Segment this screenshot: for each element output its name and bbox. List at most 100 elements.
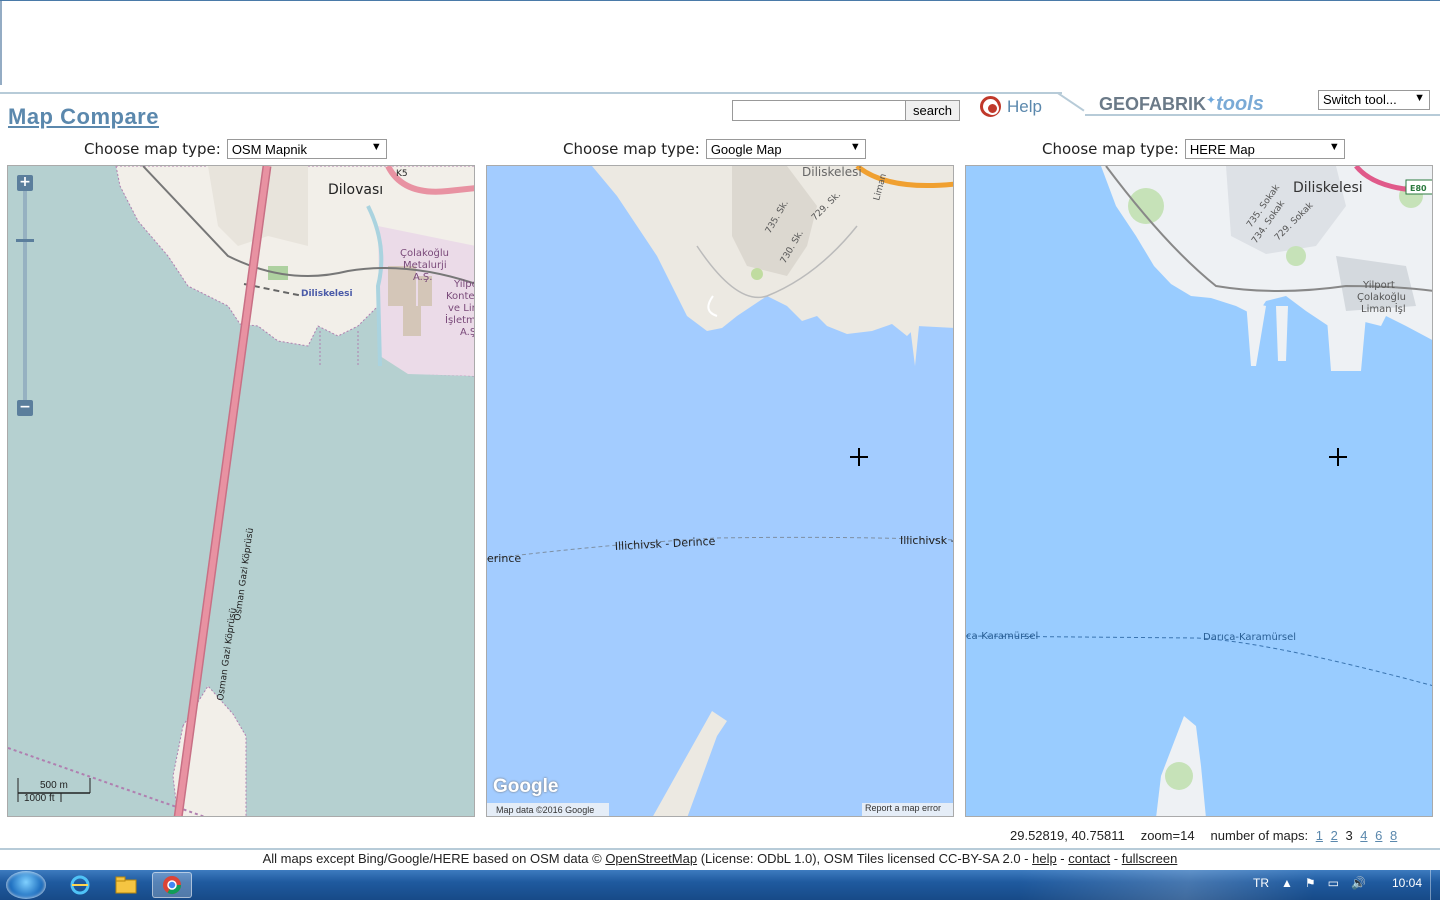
here-map-canvas: Diliskelesi 735. Sokak 734. Sokak 729. S… — [966, 166, 1432, 816]
osm-label-4: Yilpo — [453, 279, 475, 290]
osm-label-diliskelesi: Diliskelesi — [301, 289, 353, 299]
chrome-icon[interactable] — [152, 872, 192, 898]
osm-label-k5: K5 — [396, 169, 408, 179]
clock[interactable]: 10:04 — [1392, 876, 1422, 890]
here-label-colakoglu: Çolakoğlu — [1357, 291, 1406, 303]
windows-taskbar: TR ▲ ⚑ ▭ 🔊 10:04 — [0, 870, 1440, 900]
openstreetmap-link[interactable]: OpenStreetMap — [605, 851, 697, 866]
num-maps-1[interactable]: 1 — [1316, 828, 1323, 843]
select-value: HERE Map — [1189, 142, 1255, 157]
attribution-sep-1: - — [1056, 851, 1069, 866]
flag-icon[interactable]: ⚑ — [1305, 876, 1316, 890]
osm-label-3: A.Ş. — [413, 272, 432, 283]
zoom-out-button[interactable]: − — [17, 400, 33, 416]
crosshair-icon — [1329, 448, 1347, 466]
browser-top-area — [0, 0, 1440, 90]
map-type-select-2[interactable]: Google Map ▼ — [705, 139, 866, 159]
brand-main: GEOFABRIK — [1099, 94, 1207, 114]
zoom-in-button[interactable]: + — [17, 175, 33, 191]
star-icon: ✦ — [1206, 93, 1217, 107]
brand-tools: tools — [1216, 93, 1264, 115]
internet-explorer-icon[interactable] — [60, 872, 100, 898]
google-label-ferry-3: erince — [487, 552, 521, 565]
chooser-label: Choose map type: — [563, 140, 700, 158]
num-maps-current: 3 — [1345, 828, 1353, 843]
map-osm[interactable]: Dilovası Diliskelesi Çolakoğlu Metalurji… — [7, 165, 475, 817]
coordinates: 29.52819, 40.75811 — [1010, 828, 1125, 843]
map-type-select-1[interactable]: OSM Mapnik ▼ — [226, 139, 387, 159]
scale-meters: 500 m — [40, 780, 68, 791]
report-map-error-link[interactable]: Report a map error — [865, 803, 941, 813]
map-type-select-3[interactable]: HERE Map ▼ — [1184, 139, 1345, 159]
osm-label-8: A.Ş — [460, 327, 475, 338]
attribution: All maps except Bing/Google/HERE based o… — [0, 851, 1440, 866]
zoom-level: zoom=14 — [1140, 828, 1195, 843]
page-title-link[interactable]: Map Compare — [8, 104, 159, 130]
num-maps-4[interactable]: 4 — [1360, 828, 1367, 843]
google-label-ferry-2: Illichivsk - — [900, 534, 954, 547]
map-type-chooser-3: Choose map type: HERE Map ▼ — [1042, 138, 1345, 160]
help-label: Help — [1007, 96, 1042, 116]
select-value: Google Map — [710, 142, 782, 157]
map-status: 29.52819, 40.75811 zoom=14 number of map… — [1010, 828, 1397, 843]
osm-label-dilovasi: Dilovası — [328, 182, 383, 198]
osm-label-5: Kontey — [446, 291, 475, 302]
here-label-yilport: Yilport — [1362, 280, 1395, 291]
language-indicator[interactable]: TR — [1253, 876, 1269, 890]
scale-feet: 1000 ft — [24, 793, 55, 804]
header-line — [0, 92, 1062, 94]
volume-icon[interactable]: 🔊 — [1351, 876, 1366, 890]
num-maps-6[interactable]: 6 — [1375, 828, 1382, 843]
dropdown-arrow-icon: ▼ — [849, 141, 861, 153]
here-label-liman: Liman İşl — [1361, 302, 1406, 315]
num-maps-2[interactable]: 2 — [1331, 828, 1338, 843]
here-label-ferry-2: Darıca-Karamürsel — [1203, 632, 1296, 643]
loading-indicator — [0, 1, 2, 85]
number-of-maps: number of maps: 1 2 3 4 6 8 — [1211, 828, 1398, 843]
num-maps-8[interactable]: 8 — [1390, 828, 1397, 843]
osm-label-6: ve Lin — [448, 303, 475, 314]
map-here[interactable]: Diliskelesi 735. Sokak 734. Sokak 729. S… — [965, 165, 1433, 817]
osm-label-1: Çolakoğlu — [400, 247, 449, 259]
attribution-text-2: (License: ODbL 1.0), OSM Tiles licensed … — [697, 851, 1033, 866]
dropdown-arrow-icon: ▼ — [370, 141, 382, 153]
system-tray: TR ▲ ⚑ ▭ 🔊 10:04 — [1253, 876, 1422, 890]
select-value: OSM Mapnik — [231, 142, 307, 157]
network-icon[interactable]: ▭ — [1328, 876, 1339, 890]
attribution-sep-2: - — [1110, 851, 1122, 866]
here-label-ferry-1: ca-Karamürsel — [966, 631, 1038, 642]
zoom-control: + − — [16, 175, 34, 416]
google-label-diliskelesi: Diliskelesi — [802, 166, 862, 179]
here-label-diliskelesi: Diliskelesi — [1293, 180, 1363, 196]
fullscreen-link[interactable]: fullscreen — [1122, 851, 1178, 866]
help-link[interactable]: Help — [980, 96, 1042, 117]
start-button[interactable] — [6, 871, 46, 899]
zoom-slider-handle[interactable] — [16, 239, 34, 242]
osm-map-canvas: Dilovası Diliskelesi Çolakoğlu Metalurji… — [8, 166, 475, 816]
google-map-data: Map data ©2016 Google — [496, 805, 595, 815]
help-footer-link[interactable]: help — [1032, 851, 1057, 866]
map-type-chooser-1: Choose map type: OSM Mapnik ▼ — [84, 138, 387, 160]
osm-label-7: İşletm — [445, 313, 475, 326]
num-maps-label: number of maps: — [1210, 828, 1309, 843]
footer-line — [0, 848, 1440, 850]
header-diagonal — [1056, 92, 1085, 112]
switch-tool-select[interactable]: Switch tool... ▼ — [1318, 90, 1430, 110]
zoom-track — [23, 185, 27, 409]
osm-label-2: Metalurji — [403, 260, 447, 271]
show-desktop-button[interactable] — [1430, 870, 1440, 900]
lifebuoy-icon — [980, 96, 1001, 117]
tray-expand-icon[interactable]: ▲ — [1281, 876, 1293, 890]
crosshair-icon — [850, 448, 868, 466]
contact-link[interactable]: contact — [1068, 851, 1110, 866]
switch-tool-value: Switch tool... — [1323, 92, 1397, 107]
chooser-label: Choose map type: — [84, 140, 221, 158]
google-map-canvas: Diliskelesi 735. Sk. 729. Sk. 730. Sk. L… — [487, 166, 954, 816]
geofabrik-logo[interactable]: GEOFABRIK✦tools — [1099, 93, 1264, 116]
search-input[interactable] — [732, 100, 906, 121]
map-google[interactable]: Diliskelesi 735. Sk. 729. Sk. 730. Sk. L… — [486, 165, 954, 817]
search-button[interactable]: search — [905, 100, 960, 121]
dropdown-arrow-icon: ▼ — [1414, 92, 1425, 104]
file-explorer-icon[interactable] — [106, 872, 146, 898]
here-label-e80: E80 — [1410, 184, 1427, 193]
